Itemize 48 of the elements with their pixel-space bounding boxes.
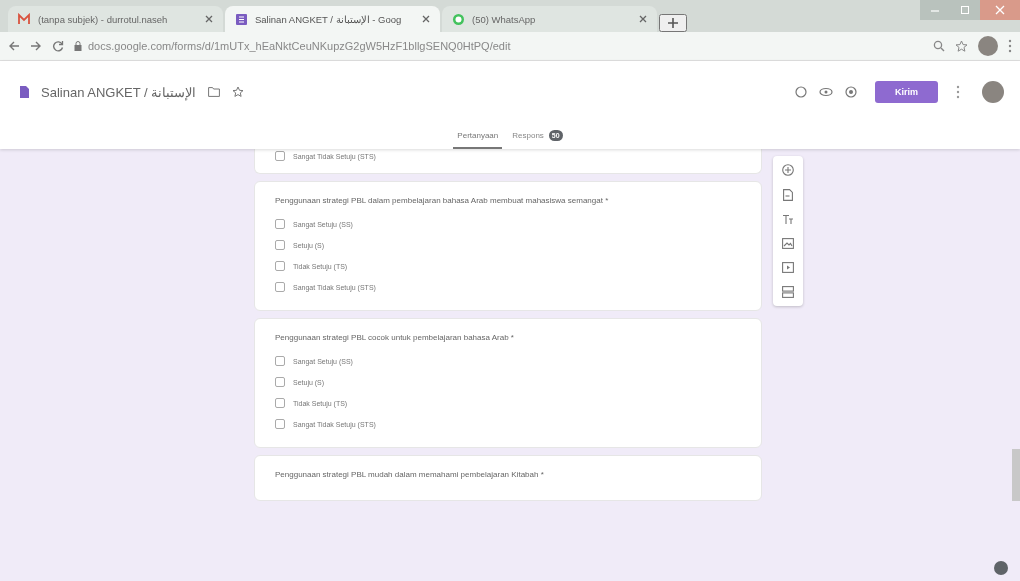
browser-tab[interactable]: Salinan ANGKET / الإستبانة - Goog: [225, 6, 440, 32]
form-document-icon: [235, 12, 248, 26]
checkbox[interactable]: [275, 356, 285, 366]
more-vertical-icon[interactable]: [1008, 39, 1012, 53]
video-icon[interactable]: [782, 262, 794, 273]
image-icon[interactable]: [782, 238, 794, 249]
checkbox[interactable]: [275, 419, 285, 429]
forward-arrow-icon[interactable]: [30, 40, 42, 52]
section-icon[interactable]: [782, 286, 794, 298]
form-document-icon: [20, 86, 29, 98]
eye-icon[interactable]: [819, 87, 833, 97]
more-vertical-icon[interactable]: [956, 85, 960, 99]
scrollbar-thumb[interactable]: [1012, 449, 1020, 501]
profile-avatar[interactable]: [982, 81, 1004, 103]
close-icon[interactable]: [205, 15, 213, 23]
envelope-m-icon: [18, 12, 31, 26]
help-button[interactable]: [994, 561, 1008, 575]
checkbox[interactable]: [275, 282, 285, 292]
add-circle-icon[interactable]: [782, 164, 794, 176]
star-icon[interactable]: [232, 86, 245, 98]
question-text: Penggunaan strategi PBL dalam pembelajaran bahasa Arab membuat mahasiswa semangat *: [275, 196, 610, 205]
browser-tab[interactable]: (50) WhatsApp: [442, 6, 657, 32]
lock-icon: [74, 41, 82, 51]
plus-icon: [667, 17, 679, 29]
close-icon[interactable]: [639, 15, 647, 23]
checkbox[interactable]: [275, 219, 285, 229]
text-format-icon[interactable]: [782, 214, 794, 225]
import-document-icon[interactable]: [783, 189, 793, 201]
search-icon[interactable]: [933, 40, 945, 52]
back-arrow-icon[interactable]: [8, 40, 20, 52]
form-title[interactable]: Salinan ANGKET / الإستبانة: [41, 84, 197, 100]
checkbox[interactable]: [275, 151, 285, 161]
browser-tab[interactable]: (tanpa subjek) - durrotul.naseh: [8, 6, 223, 32]
new-tab-button[interactable]: [659, 14, 687, 32]
send-button[interactable]: Kirim: [875, 81, 938, 103]
checkbox[interactable]: [275, 377, 285, 387]
folder-icon[interactable]: [208, 87, 221, 97]
checkbox[interactable]: [275, 261, 285, 271]
maximize-icon: [960, 5, 970, 15]
reload-icon[interactable]: [52, 40, 64, 52]
checkbox[interactable]: [275, 398, 285, 408]
close-window-icon: [995, 5, 1005, 15]
checkbox[interactable]: [275, 240, 285, 250]
question-text: Penggunaan strategi PBL cocok untuk pembelajaran bahasa Arab *: [275, 333, 515, 342]
profile-avatar[interactable]: [978, 36, 998, 56]
question-text: Penggunaan strategi PBL mudah dalam memahami pembelajaran Kitabah *: [275, 470, 545, 479]
star-icon[interactable]: [955, 39, 968, 53]
close-icon[interactable]: [422, 15, 430, 23]
